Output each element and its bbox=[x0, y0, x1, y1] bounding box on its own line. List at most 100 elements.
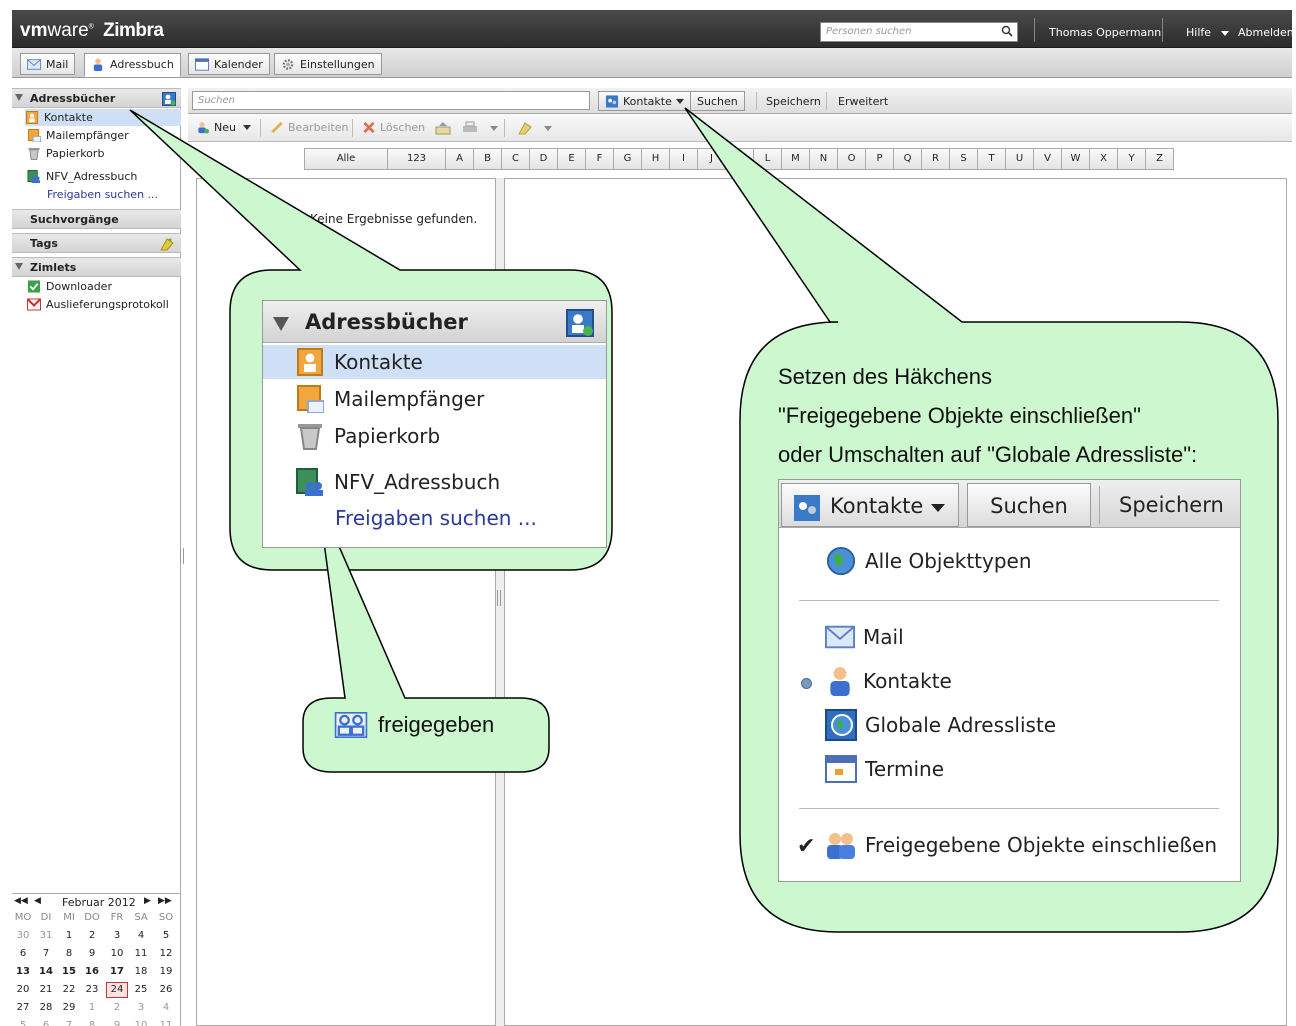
alphabet-filter-f[interactable]: F bbox=[586, 148, 614, 170]
sidebar-item-kontakte[interactable]: Kontakte bbox=[25, 109, 181, 126]
menu-item-mail[interactable]: Mail bbox=[825, 620, 904, 654]
new-button[interactable]: Neu bbox=[196, 121, 251, 134]
alphabet-filter-p[interactable]: P bbox=[866, 148, 894, 170]
calendar-day[interactable]: 30 bbox=[12, 930, 34, 941]
edit-button[interactable]: Bearbeiten bbox=[270, 121, 348, 134]
calendar-day[interactable]: 13 bbox=[12, 966, 34, 977]
alphabet-filter-y[interactable]: Y bbox=[1118, 148, 1146, 170]
calendar-day[interactable]: 2 bbox=[106, 1002, 128, 1013]
alphabet-filter-g[interactable]: G bbox=[614, 148, 642, 170]
splitter-grip[interactable] bbox=[497, 590, 501, 606]
sidebar-item-mailempfaenger[interactable]: Mailempfänger bbox=[27, 127, 133, 144]
alphabet-filter-l[interactable]: L bbox=[754, 148, 782, 170]
next-year-icon[interactable]: ▶▶ bbox=[158, 896, 172, 906]
zimlet-delivery-log[interactable]: Auslieferungsprotokoll bbox=[27, 296, 173, 313]
alphabet-filter-x[interactable]: X bbox=[1090, 148, 1118, 170]
search-button[interactable]: Suchen bbox=[690, 91, 745, 111]
alphabet-filter-m[interactable]: M bbox=[782, 148, 810, 170]
addressbooks-header[interactable]: Adressbücher bbox=[12, 88, 181, 108]
sidebar-item-papierkorb[interactable]: Papierkorb bbox=[27, 145, 108, 162]
menu-item-contacts[interactable]: Kontakte bbox=[825, 664, 952, 698]
chevron-down-icon[interactable] bbox=[544, 126, 552, 131]
calendar-day[interactable]: 10 bbox=[106, 948, 128, 959]
panel-resize-grip[interactable] bbox=[180, 548, 184, 564]
alphabet-filter-b[interactable]: B bbox=[474, 148, 502, 170]
alphabet-filter-a[interactable]: A bbox=[446, 148, 474, 170]
find-shares-link[interactable]: Freigaben suchen ... bbox=[47, 186, 162, 203]
calendar-day[interactable]: 22 bbox=[58, 984, 80, 995]
alphabet-filter-n[interactable]: N bbox=[810, 148, 838, 170]
calendar-day[interactable]: 20 bbox=[12, 984, 34, 995]
menu-item-include-shared[interactable]: Freigegebene Objekte einschließen bbox=[825, 828, 1217, 862]
calendar-day[interactable]: 17 bbox=[106, 966, 128, 977]
calendar-day[interactable]: 25 bbox=[130, 984, 152, 995]
searches-header[interactable]: Suchvorgänge bbox=[12, 209, 181, 229]
calendar-day[interactable]: 14 bbox=[35, 966, 57, 977]
alphabet-filter-e[interactable]: E bbox=[558, 148, 586, 170]
alphabet-filter-digits[interactable]: 123 bbox=[388, 148, 446, 170]
tags-header[interactable]: Tags bbox=[12, 233, 181, 253]
collapse-triangle-icon[interactable] bbox=[15, 263, 23, 270]
save-search-button[interactable]: Speichern bbox=[766, 95, 821, 108]
calendar-day[interactable]: 3 bbox=[106, 930, 128, 941]
calendar-day[interactable]: 10 bbox=[130, 1020, 152, 1026]
calendar-day[interactable]: 3 bbox=[130, 1002, 152, 1013]
calendar-day[interactable]: 5 bbox=[12, 1020, 34, 1026]
calendar-day[interactable]: 23 bbox=[81, 984, 103, 995]
calendar-day[interactable]: 21 bbox=[35, 984, 57, 995]
zimlet-downloader[interactable]: Downloader bbox=[27, 278, 116, 295]
chevron-down-icon[interactable] bbox=[490, 126, 498, 131]
search-type-dropdown[interactable]: Kontakte bbox=[598, 91, 691, 111]
search-icon[interactable] bbox=[1001, 25, 1013, 37]
calendar-day[interactable]: 11 bbox=[130, 948, 152, 959]
tag-icon[interactable] bbox=[518, 121, 532, 135]
calendar-day[interactable]: 24 bbox=[106, 982, 128, 998]
prev-month-icon[interactable]: ◀ bbox=[34, 896, 41, 906]
calendar-day[interactable]: 1 bbox=[58, 930, 80, 941]
delete-button[interactable]: Löschen bbox=[362, 121, 425, 134]
tab-calendar[interactable]: Kalender bbox=[188, 53, 270, 75]
new-addressbook-icon[interactable] bbox=[162, 92, 176, 106]
calendar-day[interactable]: 18 bbox=[130, 966, 152, 977]
calendar-day[interactable]: 4 bbox=[155, 1002, 177, 1013]
search-input[interactable]: Suchen bbox=[192, 91, 590, 110]
help-menu[interactable]: Hilfe bbox=[1186, 26, 1229, 39]
alphabet-filter-s[interactable]: S bbox=[950, 148, 978, 170]
advanced-search-button[interactable]: Erweitert bbox=[838, 95, 888, 108]
print-icon[interactable] bbox=[462, 121, 478, 135]
calendar-day[interactable]: 12 bbox=[155, 948, 177, 959]
zimlets-header[interactable]: Zimlets bbox=[12, 257, 181, 277]
calendar-day[interactable]: 2 bbox=[81, 930, 103, 941]
calendar-day[interactable]: 16 bbox=[81, 966, 103, 977]
menu-item-all-types[interactable]: Alle Objekttypen bbox=[825, 544, 1032, 578]
menu-item-appointments[interactable]: Termine bbox=[825, 752, 944, 786]
next-month-icon[interactable]: ▶ bbox=[144, 896, 151, 906]
tag-icon[interactable] bbox=[160, 237, 174, 251]
calendar-day[interactable]: 9 bbox=[81, 948, 103, 959]
alphabet-filter-v[interactable]: V bbox=[1034, 148, 1062, 170]
calendar-day[interactable]: 29 bbox=[58, 1002, 80, 1013]
alphabet-filter-w[interactable]: W bbox=[1062, 148, 1090, 170]
alphabet-filter-d[interactable]: D bbox=[530, 148, 558, 170]
alphabet-filter-k[interactable]: K bbox=[726, 148, 754, 170]
calendar-day[interactable]: 8 bbox=[58, 948, 80, 959]
calendar-day[interactable]: 19 bbox=[155, 966, 177, 977]
calendar-day[interactable]: 26 bbox=[155, 984, 177, 995]
calendar-day[interactable]: 15 bbox=[58, 966, 80, 977]
people-search-input[interactable]: Personen suchen bbox=[820, 22, 1018, 42]
tab-mail[interactable]: Mail bbox=[20, 53, 76, 75]
alphabet-filter-j[interactable]: J bbox=[698, 148, 726, 170]
prev-year-icon[interactable]: ◀◀ bbox=[14, 896, 28, 906]
calendar-day[interactable]: 8 bbox=[81, 1020, 103, 1026]
tab-addressbook[interactable]: Adressbuch bbox=[84, 53, 181, 77]
calendar-day[interactable]: 6 bbox=[12, 948, 34, 959]
tab-settings[interactable]: Einstellungen bbox=[274, 53, 382, 75]
alphabet-filter-z[interactable]: Z bbox=[1146, 148, 1174, 170]
sidebar-item-nfv-adressbuch[interactable]: NFV_Adressbuch bbox=[27, 168, 141, 185]
alphabet-filter-o[interactable]: O bbox=[838, 148, 866, 170]
calendar-day[interactable]: 27 bbox=[12, 1002, 34, 1013]
calendar-day[interactable]: 31 bbox=[35, 930, 57, 941]
calendar-day[interactable]: 28 bbox=[35, 1002, 57, 1013]
calendar-day[interactable]: 7 bbox=[35, 948, 57, 959]
calendar-day[interactable]: 5 bbox=[155, 930, 177, 941]
